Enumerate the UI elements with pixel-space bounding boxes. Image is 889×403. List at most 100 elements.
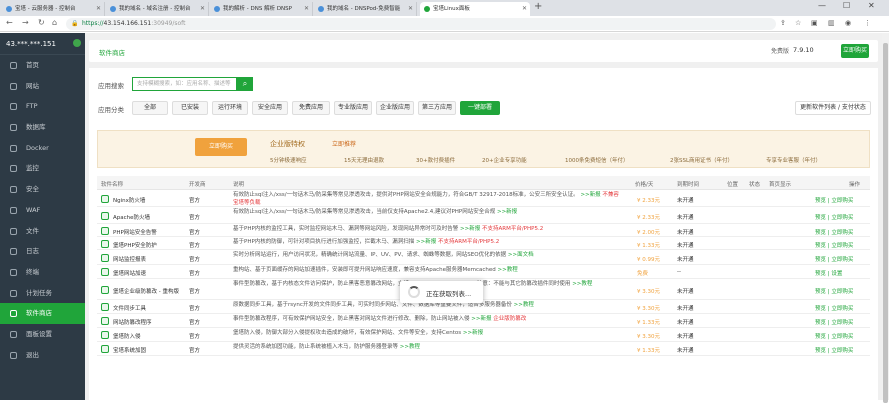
search-button[interactable]: ⌕: [237, 77, 253, 91]
sidebar-item-logout[interactable]: 退出: [0, 345, 85, 366]
category-all[interactable]: 全部: [132, 101, 168, 115]
share-icon[interactable]: ⇪: [780, 19, 786, 27]
search-icon: ⌕: [242, 79, 248, 88]
category-third-party[interactable]: 第三方应用: [418, 101, 456, 115]
sidebar-item-logs[interactable]: 日志: [0, 241, 85, 262]
plugin-actions[interactable]: 预览 | 立即购买: [815, 318, 853, 326]
sidebar-item-database[interactable]: 数据库: [0, 117, 85, 138]
plugin-actions[interactable]: 预览 | 立即购买: [815, 213, 853, 221]
sidebar-item-home[interactable]: 首页: [0, 55, 85, 76]
plugin-tag-link[interactable]: >>新报: [416, 239, 436, 245]
sidebar-item-ftp[interactable]: FTP: [0, 96, 85, 117]
plugin-tag-link[interactable]: >>新报: [460, 226, 480, 232]
sidebar-item-panel-settings[interactable]: 面板设置: [0, 324, 85, 345]
sidebar-item-security[interactable]: 安全: [0, 179, 85, 200]
browser-tab[interactable]: 我的域名 - DNSPod-免费智能 ✕: [314, 2, 417, 16]
close-icon[interactable]: ✕: [200, 2, 205, 16]
sidebar-item-waf[interactable]: WAF: [0, 200, 85, 221]
url-input[interactable]: 🔒 https://43.154.166.151:30949/soft: [66, 18, 776, 30]
maximize-icon[interactable]: ☐: [843, 1, 850, 10]
category-free[interactable]: 免费应用: [292, 101, 330, 115]
plugin-name[interactable]: 文件同步工具: [113, 304, 146, 312]
plugin-name[interactable]: 宝塔系统加固: [113, 346, 146, 354]
enterprise-banner: 立即购买 企业版特权 立即推荐 5分钟极速响应 15天无理由退款 30+款付费插…: [97, 130, 870, 168]
close-icon[interactable]: ✕: [408, 2, 413, 16]
browser-tab[interactable]: 我的解析 - DNS 解析 DNSP ✕: [210, 2, 313, 16]
category-one-click-deploy[interactable]: 一键部署: [460, 101, 500, 115]
category-enterprise[interactable]: 企业版应用: [376, 101, 414, 115]
plugin-tag-link[interactable]: >>新报: [471, 316, 491, 322]
clock-icon: [10, 289, 17, 297]
plugin-description: 有效防止sql注入/xss/一句话木马/防采集等常见渗透攻击，当前仅支持Apac…: [233, 209, 518, 215]
bookmark-star-icon[interactable]: ☆: [795, 19, 801, 27]
plugin-name[interactable]: 网站监控报表: [113, 255, 146, 263]
sidebar-item-files[interactable]: 文件: [0, 221, 85, 242]
plugin-tag-link[interactable]: >>教程: [400, 344, 420, 350]
vertical-scrollbar[interactable]: [882, 33, 889, 403]
recommend-link[interactable]: 立即推荐: [332, 139, 356, 148]
plugin-tag-link[interactable]: >>教程: [498, 267, 518, 273]
plugin-tag-link[interactable]: >>新报: [497, 209, 517, 215]
plugin-tag-link[interactable]: >>教程: [514, 302, 534, 308]
plugin-name[interactable]: Nginx防火墙: [113, 196, 145, 204]
profile-icon[interactable]: ◉: [845, 19, 851, 27]
forward-icon[interactable]: →: [22, 18, 29, 27]
minimize-icon[interactable]: —: [818, 1, 826, 10]
category-security[interactable]: 安全应用: [252, 101, 288, 115]
extensions-icon[interactable]: ▣: [811, 19, 818, 27]
plugin-name[interactable]: 堡塔企业级防篡改 - 重构版: [113, 287, 179, 295]
search-input[interactable]: 支持模糊搜索，如：应用名称、描述等: [132, 77, 237, 91]
browser-tab-active[interactable]: 宝塔Linux面板 ✕: [420, 2, 530, 16]
plugin-icon: [101, 211, 109, 220]
new-tab-button[interactable]: +: [534, 1, 542, 12]
sidebar-item-website[interactable]: 网站: [0, 76, 85, 97]
sidebar-item-monitor[interactable]: 监控: [0, 158, 85, 179]
menu-icon[interactable]: ⋮: [864, 19, 871, 27]
plugin-actions[interactable]: 预览 | 立即购买: [815, 346, 853, 354]
plugin-tag-link[interactable]: >>教程: [572, 281, 592, 287]
banner-buy-button[interactable]: 立即购买: [195, 138, 247, 156]
category-pro[interactable]: 专业版应用: [334, 101, 372, 115]
close-icon[interactable]: ✕: [522, 2, 527, 16]
sidebar-item-terminal[interactable]: 终端: [0, 262, 85, 283]
plugin-actions[interactable]: 预览 | 立即购买: [815, 241, 853, 249]
sidebar-icon[interactable]: ▥: [828, 19, 835, 27]
plugin-name[interactable]: 堡塔防入侵: [113, 332, 141, 340]
sidebar-item-cron[interactable]: 计划任务: [0, 283, 85, 304]
home-icon[interactable]: ⌂: [52, 18, 57, 27]
category-runtime[interactable]: 运行环境: [212, 101, 248, 115]
sidebar-item-docker[interactable]: Docker: [0, 138, 85, 159]
sidebar: 43.***.***.151 首页 网站 FTP 数据库 Docker 监控 安…: [0, 33, 85, 400]
plugin-icon: [101, 317, 109, 325]
plugin-actions[interactable]: 预览 | 立即购买: [815, 287, 853, 295]
plugin-actions[interactable]: 预览 | 立即购买: [815, 332, 853, 340]
plugin-actions[interactable]: 预览 | 设置: [815, 269, 842, 277]
category-installed[interactable]: 已安装: [172, 101, 208, 115]
plugin-actions[interactable]: 预览 | 立即购买: [815, 255, 853, 263]
close-icon[interactable]: ✕: [304, 2, 309, 16]
plugin-description: 有效防止sql注入/xss/一句话木马/防采集等常见渗透攻击，提供对PHP网站安…: [233, 192, 619, 206]
notification-icon[interactable]: [73, 39, 81, 47]
browser-tab[interactable]: 宝塔 - 云服务器 - 控制台 ✕: [2, 2, 105, 16]
plugin-actions[interactable]: 预览 | 立即购买: [815, 304, 853, 312]
plugin-expire: 未开通: [677, 214, 694, 221]
update-list-button[interactable]: 更新软件列表 / 支付状态: [795, 101, 871, 115]
close-window-icon[interactable]: ✕: [868, 1, 875, 10]
plugin-name[interactable]: 堡塔网站加速: [113, 269, 146, 277]
plugin-tag-link[interactable]: >>面文档: [508, 252, 534, 258]
sidebar-item-software-store[interactable]: 软件商店: [0, 303, 85, 324]
reload-icon[interactable]: ↻: [38, 18, 45, 27]
plugin-tag-link[interactable]: >>新报: [580, 192, 600, 198]
plugin-actions[interactable]: 预览 | 立即购买: [815, 228, 853, 236]
close-icon[interactable]: ✕: [96, 2, 101, 16]
plugin-name[interactable]: 网站防篡改程序: [113, 318, 152, 326]
browser-tab[interactable]: 我的域名 - 域名注册 - 控制台 ✕: [106, 2, 209, 16]
plugin-name[interactable]: 堡塔PHP安全防护: [113, 241, 157, 249]
scrollbar-thumb[interactable]: [883, 43, 888, 403]
buy-now-button[interactable]: 立即购买: [841, 44, 869, 58]
plugin-tag-link[interactable]: >>新报: [463, 330, 483, 336]
plugin-name[interactable]: Apache防火墙: [113, 213, 150, 221]
plugin-actions[interactable]: 预览 | 立即购买: [815, 196, 853, 204]
plugin-name[interactable]: PHP网站安全告警: [113, 228, 157, 236]
back-icon[interactable]: ←: [6, 18, 13, 27]
